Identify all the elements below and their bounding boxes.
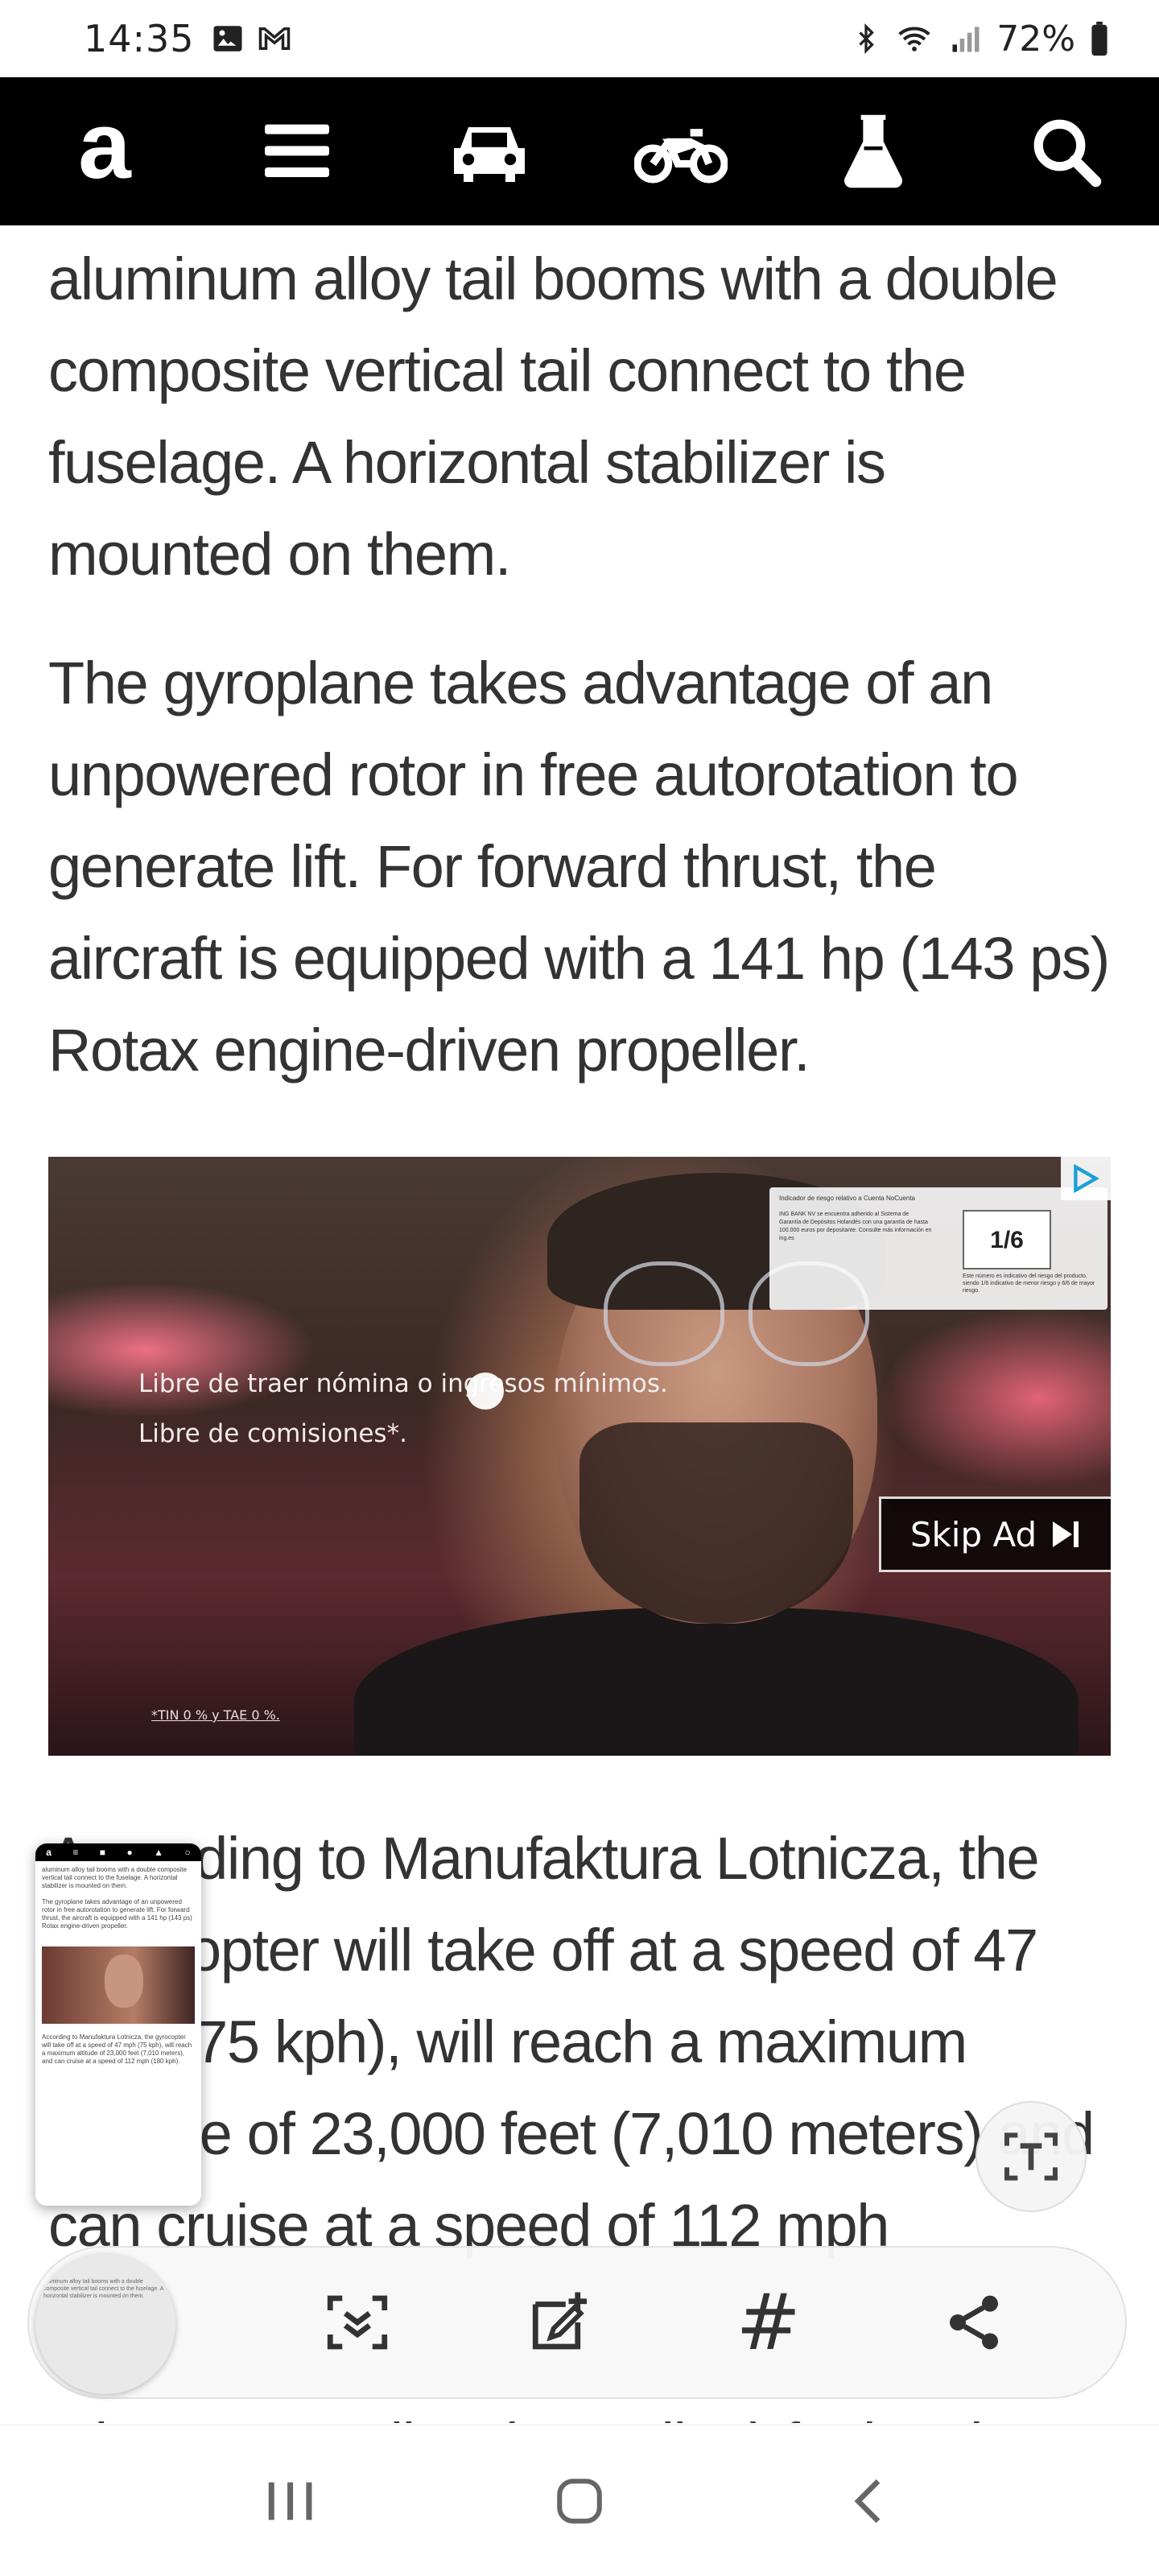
ad-risk-body: ING BANK NV se encuentra adherido al Sis… <box>779 1212 932 1241</box>
home-icon <box>557 2478 602 2524</box>
adchoices-button[interactable] <box>1061 1157 1111 1200</box>
preview-flask-icon: ▲ <box>154 1847 164 1858</box>
article-paragraph: The gyroplane takes advantage of an unpo… <box>48 650 1110 1084</box>
status-bar: 14:35 72% <box>0 0 1159 77</box>
article-body: aluminum alloy tail booms with a double … <box>48 233 1111 1133</box>
gallery-icon <box>213 26 242 52</box>
article-body-continued: According to Manufaktura Lotnicza, the g… <box>48 1813 1111 2272</box>
car-icon <box>453 127 525 182</box>
preview-ad-image <box>42 1946 195 2024</box>
logo-text: a <box>78 93 131 199</box>
preview-paragraph: aluminum alloy tail booms with a double … <box>42 1866 188 1889</box>
cars-button[interactable] <box>441 103 538 200</box>
search-icon <box>1033 119 1102 188</box>
flask-icon <box>844 114 903 188</box>
bluetooth-icon <box>859 23 875 54</box>
status-notification-icons <box>211 22 293 56</box>
menu-button[interactable] <box>249 103 345 200</box>
signal-icon <box>952 27 980 52</box>
adchoices-icon <box>1074 1164 1099 1193</box>
wifi-icon <box>898 27 930 52</box>
recents-button[interactable] <box>241 2453 338 2549</box>
toolbar-preview-text: aluminum alloy tail booms with a double … <box>43 2279 164 2299</box>
screenshot-preview[interactable]: a ≡ ■ ● ▲ ○ aluminum alloy tail booms wi… <box>35 1843 201 2206</box>
video-ad[interactable]: Libre de traer nómina o ingresos mínimos… <box>48 1157 1111 1756</box>
edit-screenshot-button[interactable] <box>514 2274 611 2371</box>
screenshot-toolbar: aluminum alloy tail booms with a double … <box>27 2246 1127 2399</box>
home-button[interactable] <box>531 2453 628 2549</box>
hashtag-icon: # <box>736 2277 801 2368</box>
motorcycle-icon <box>634 129 728 184</box>
back-button[interactable] <box>821 2453 918 2549</box>
battery-icon <box>1091 21 1107 56</box>
site-logo[interactable]: a <box>56 98 153 200</box>
edit-icon <box>533 2292 588 2350</box>
ad-touch-indicator <box>467 1373 504 1410</box>
menu-icon <box>264 124 329 177</box>
back-icon <box>854 2479 881 2523</box>
preview-paragraph: The gyroplane takes advantage of an unpo… <box>42 1898 192 1930</box>
ad-headline: Libre de traer nómina o ingresos mínimos… <box>138 1369 668 1398</box>
preview-header: a ≡ ■ ● ▲ ○ <box>35 1843 201 1861</box>
motorcycles-button[interactable] <box>633 103 729 200</box>
hashtag-button[interactable]: # <box>720 2274 817 2371</box>
science-button[interactable] <box>825 103 922 200</box>
search-button[interactable] <box>1017 103 1114 200</box>
skip-next-icon <box>1053 1521 1079 1547</box>
scroll-capture-button[interactable] <box>309 2274 406 2371</box>
ad-glasses-lens <box>604 1261 724 1366</box>
article-paragraph-cut: It has two 80-liter (18-gallon) fuel tan… <box>48 2399 1111 2423</box>
preview-logo: a <box>46 1847 52 1858</box>
preview-car-icon: ■ <box>99 1847 106 1858</box>
share-button[interactable] <box>926 2274 1022 2371</box>
preview-menu-icon: ≡ <box>72 1847 79 1858</box>
ad-risk-indicator: Indicador de riesgo relativo a Cuenta No… <box>769 1187 1107 1310</box>
extract-text-button[interactable] <box>975 2101 1087 2212</box>
battery-percent: 72% <box>996 18 1075 60</box>
ad-risk-number: 1/6 <box>963 1210 1051 1269</box>
preview-paragraph: According to Manufaktura Lotnicza, the g… <box>42 2033 192 2065</box>
share-icon <box>950 2295 999 2350</box>
site-header: a <box>0 77 1159 225</box>
skip-ad-button[interactable]: Skip Ad <box>879 1496 1111 1572</box>
preview-search-icon: ○ <box>184 1847 191 1858</box>
system-navigation-bar <box>0 2425 1159 2576</box>
text-extract-icon <box>1004 2132 1058 2181</box>
status-system-icons: 72% <box>852 19 1111 60</box>
gmail-icon <box>258 27 290 50</box>
article-paragraph: According to Manufaktura Lotnicza, the g… <box>48 1825 1095 2259</box>
ad-person-beard <box>580 1422 853 1624</box>
status-time: 14:35 <box>84 17 195 60</box>
ad-subline: Libre de comisiones*. <box>138 1419 407 1448</box>
preview-text: aluminum alloy tail booms with a double … <box>35 1861 201 1943</box>
ad-risk-title: Indicador de riesgo relativo a Cuenta No… <box>779 1195 915 1202</box>
skip-ad-label: Skip Ad <box>909 1514 1037 1554</box>
ad-risk-note: Este número es indicativo del riesgo del… <box>963 1274 1095 1294</box>
ad-fine-print: *TIN 0 % y TAE 0 %. <box>151 1707 280 1723</box>
scroll-capture-icon <box>327 2295 387 2350</box>
article-paragraph: aluminum alloy tail booms with a double … <box>48 246 1058 588</box>
toolbar-preview-thumbnail[interactable]: aluminum alloy tail booms with a double … <box>35 2254 175 2394</box>
preview-text: According to Manufaktura Lotnicza, the g… <box>35 2029 201 2079</box>
preview-motorcycle-icon: ● <box>126 1847 133 1858</box>
recents-icon <box>268 2482 312 2520</box>
